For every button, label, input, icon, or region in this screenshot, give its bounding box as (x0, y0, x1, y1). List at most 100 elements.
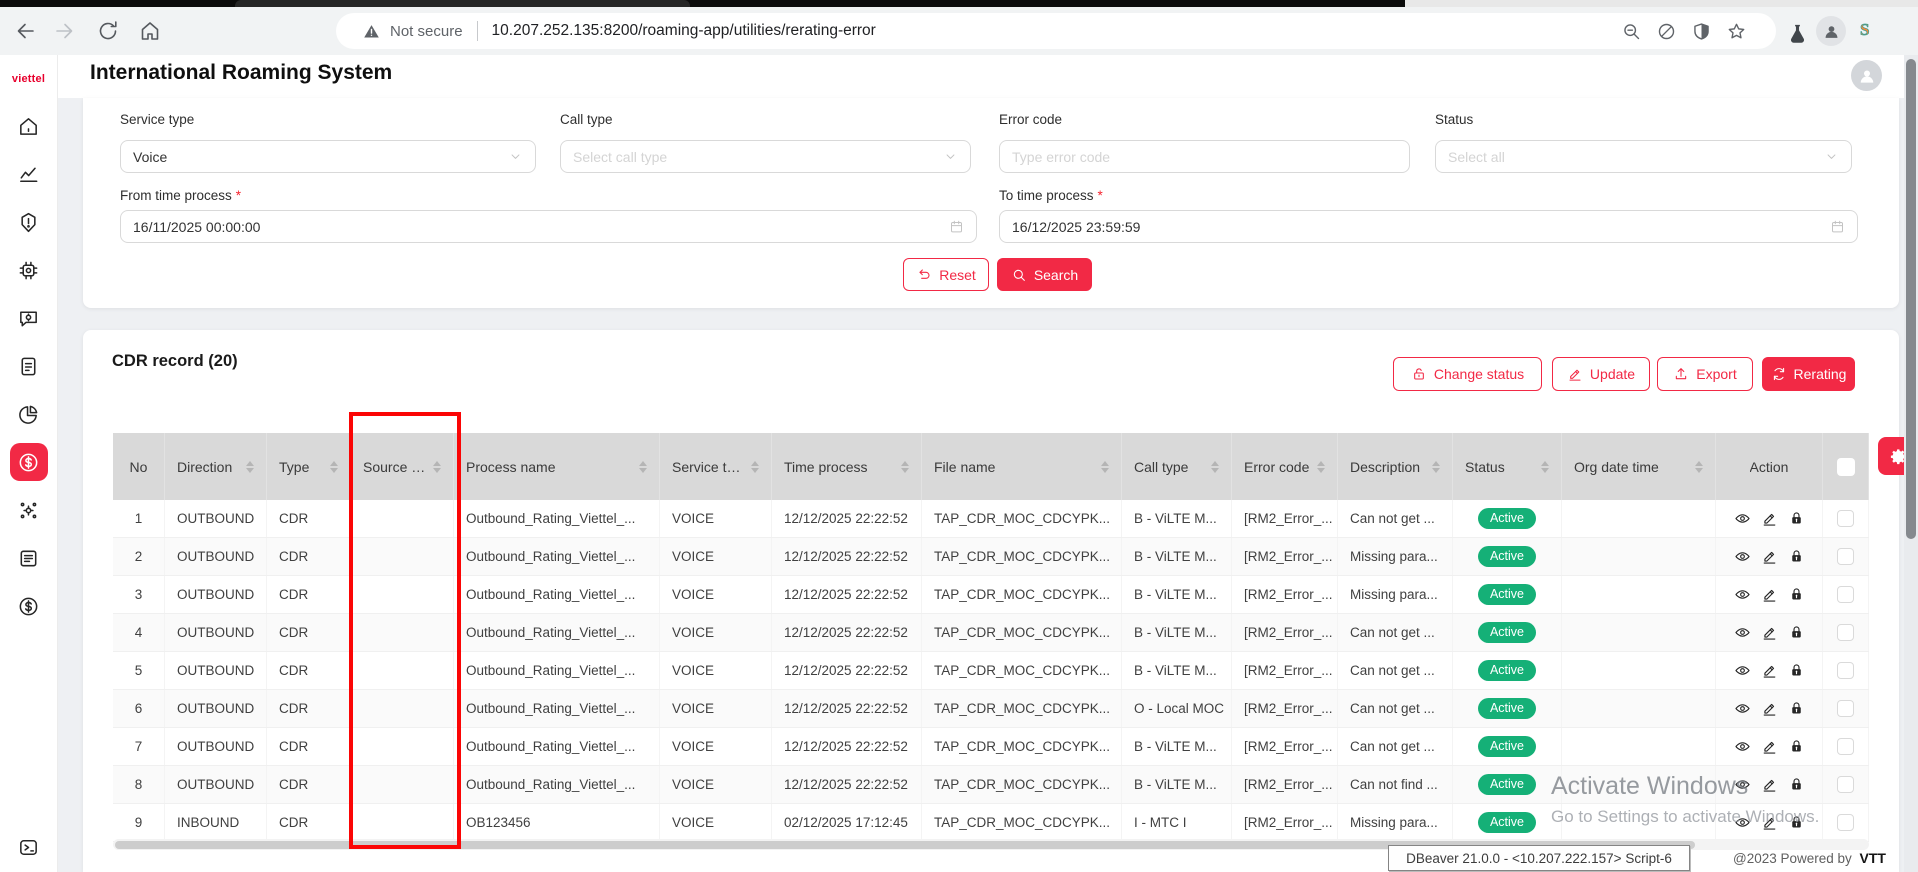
column-header-source_file[interactable]: Source file (351, 433, 454, 500)
rerating-button[interactable]: Rerating (1762, 357, 1855, 391)
view-icon[interactable] (1734, 586, 1751, 603)
column-header-error_code[interactable]: Error code (1232, 433, 1338, 500)
lock-icon[interactable] (1788, 548, 1805, 565)
view-icon[interactable] (1734, 738, 1751, 755)
update-button[interactable]: Update (1552, 357, 1650, 391)
call-type-select[interactable]: Select call type (560, 140, 971, 173)
edit-icon[interactable] (1761, 548, 1778, 565)
lock-icon[interactable] (1788, 738, 1805, 755)
column-header-direction[interactable]: Direction (165, 433, 267, 500)
forward-icon[interactable] (52, 19, 76, 43)
warning-triangle-icon[interactable] (362, 22, 381, 41)
sort-icon[interactable] (1095, 461, 1109, 473)
sort-icon[interactable] (427, 461, 441, 473)
sort-icon[interactable] (1535, 461, 1549, 473)
column-header-file_name[interactable]: File name (922, 433, 1122, 500)
select-all-checkbox[interactable] (1837, 458, 1855, 476)
status-select[interactable]: Select all (1435, 140, 1852, 173)
sidebar-item-home[interactable] (10, 107, 48, 145)
sort-icon[interactable] (745, 461, 759, 473)
sidebar-item-chip[interactable] (10, 251, 48, 289)
row-checkbox[interactable] (1837, 738, 1854, 755)
sort-icon[interactable] (895, 461, 909, 473)
column-header-type[interactable]: Type (267, 433, 351, 500)
reset-button[interactable]: Reset (903, 258, 989, 291)
lock-icon[interactable] (1788, 776, 1805, 793)
browser-profile-button[interactable] (1816, 16, 1846, 46)
sidebar-item-dollar-circle[interactable] (10, 443, 48, 481)
browser-home-icon[interactable] (138, 19, 162, 43)
row-checkbox[interactable] (1837, 510, 1854, 527)
column-header-status[interactable]: Status (1453, 433, 1562, 500)
view-icon[interactable] (1734, 624, 1751, 641)
to-time-input[interactable]: 16/12/2025 23:59:59 (999, 210, 1858, 243)
address-bar[interactable]: Not secure 10.207.252.135:8200/roaming-a… (336, 13, 1776, 49)
vertical-scrollbar[interactable] (1904, 55, 1918, 872)
view-icon[interactable] (1734, 814, 1751, 831)
view-icon[interactable] (1734, 776, 1751, 793)
row-checkbox[interactable] (1837, 586, 1854, 603)
search-button[interactable]: Search (997, 258, 1092, 291)
sidebar-item-cluster[interactable] (10, 491, 48, 529)
row-checkbox[interactable] (1837, 548, 1854, 565)
column-header-org_date_time[interactable]: Org date time (1562, 433, 1716, 500)
sidebar-item-line-chart[interactable] (10, 155, 48, 193)
row-checkbox[interactable] (1837, 776, 1854, 793)
row-checkbox[interactable] (1837, 700, 1854, 717)
zoom-out-icon[interactable] (1621, 21, 1642, 42)
sidebar-item-pie-chart[interactable] (10, 395, 48, 433)
edit-icon[interactable] (1761, 700, 1778, 717)
sort-icon[interactable] (240, 461, 254, 473)
lock-icon[interactable] (1788, 510, 1805, 527)
lock-icon[interactable] (1788, 586, 1805, 603)
lock-icon[interactable] (1788, 814, 1805, 831)
edit-icon[interactable] (1761, 776, 1778, 793)
sidebar-item-list[interactable] (10, 539, 48, 577)
row-checkbox[interactable] (1837, 624, 1854, 641)
s-extension-icon[interactable]: S (1860, 20, 1869, 40)
sort-icon[interactable] (633, 461, 647, 473)
edit-icon[interactable] (1761, 510, 1778, 527)
view-icon[interactable] (1734, 548, 1751, 565)
export-button[interactable]: Export (1657, 357, 1753, 391)
sort-icon[interactable] (1311, 461, 1325, 473)
sidebar-item-terminal[interactable] (9, 828, 47, 866)
column-header-call_type[interactable]: Call type (1122, 433, 1232, 500)
vertical-scrollbar-thumb[interactable] (1906, 59, 1916, 539)
error-code-input[interactable]: Type error code (999, 140, 1410, 173)
edit-icon[interactable] (1761, 624, 1778, 641)
view-icon[interactable] (1734, 700, 1751, 717)
from-time-input[interactable]: 16/11/2025 00:00:00 (120, 210, 977, 243)
browser-tab[interactable] (235, 0, 690, 7)
change-status-button[interactable]: Change status (1393, 357, 1542, 391)
column-header-service_type[interactable]: Service type (660, 433, 772, 500)
reload-icon[interactable] (96, 19, 120, 43)
lock-icon[interactable] (1788, 662, 1805, 679)
sidebar-item-alert-hexagon[interactable] (10, 203, 48, 241)
row-checkbox[interactable] (1837, 814, 1854, 831)
column-header-process_name[interactable]: Process name (454, 433, 660, 500)
sort-icon[interactable] (1689, 461, 1703, 473)
block-icon[interactable] (1656, 21, 1677, 42)
back-icon[interactable] (14, 19, 38, 43)
user-avatar[interactable] (1851, 60, 1882, 91)
flask-icon[interactable] (1786, 22, 1809, 45)
edit-icon[interactable] (1761, 662, 1778, 679)
lock-icon[interactable] (1788, 624, 1805, 641)
row-checkbox[interactable] (1837, 662, 1854, 679)
sort-icon[interactable] (1205, 461, 1219, 473)
edit-icon[interactable] (1761, 738, 1778, 755)
lock-icon[interactable] (1788, 700, 1805, 717)
view-icon[interactable] (1734, 662, 1751, 679)
edit-icon[interactable] (1761, 814, 1778, 831)
star-icon[interactable] (1726, 21, 1747, 42)
column-header-time_process[interactable]: Time process (772, 433, 922, 500)
sort-icon[interactable] (1426, 461, 1440, 473)
shield-icon[interactable] (1691, 21, 1712, 42)
view-icon[interactable] (1734, 510, 1751, 527)
edit-icon[interactable] (1761, 586, 1778, 603)
sidebar-item-dollar-circle[interactable] (10, 587, 48, 625)
sort-icon[interactable] (324, 461, 338, 473)
sidebar-item-document[interactable] (10, 347, 48, 385)
column-header-description[interactable]: Description (1338, 433, 1453, 500)
